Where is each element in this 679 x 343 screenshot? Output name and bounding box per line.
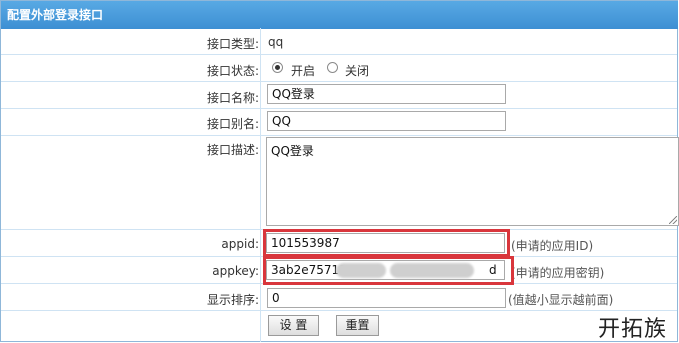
- appkey-label: appkey:: [212, 264, 259, 278]
- status-on-radio[interactable]: [272, 62, 283, 73]
- watermark-logo: 开拓族: [598, 317, 668, 342]
- row-type: 接口类型: qq: [1, 28, 677, 55]
- status-off-label[interactable]: 关闭: [345, 62, 369, 79]
- appid-label: appid:: [221, 237, 259, 251]
- order-label: 显示排序:: [206, 293, 259, 307]
- appid-hint: (申请的应用ID): [511, 239, 594, 253]
- desc-label: 接口描述:: [206, 143, 259, 157]
- row-alias: 接口别名: QQ: [1, 109, 677, 136]
- row-status: 接口状态: 开启 关闭: [1, 55, 677, 82]
- resize-handle-icon[interactable]: [669, 216, 677, 224]
- status-off-radio[interactable]: [327, 62, 338, 73]
- status-on-label[interactable]: 开启: [291, 62, 315, 79]
- name-input[interactable]: QQ登录: [267, 84, 506, 104]
- type-value: qq: [268, 35, 284, 49]
- order-input[interactable]: 0: [267, 288, 506, 308]
- appkey-hint: (申请的应用密钥): [511, 266, 605, 280]
- alias-label: 接口别名:: [206, 117, 259, 131]
- reset-button[interactable]: 重置: [336, 315, 379, 336]
- row-order: 显示排序: 0 (值越小显示越前面): [1, 284, 677, 311]
- desc-value: QQ登录: [271, 144, 314, 158]
- desc-textarea[interactable]: QQ登录: [266, 137, 679, 226]
- save-button[interactable]: 设 置: [268, 315, 319, 336]
- appkey-highlight-box: [263, 256, 514, 285]
- name-label: 接口名称:: [206, 91, 259, 105]
- row-name: 接口名称: QQ登录: [1, 82, 677, 109]
- panel-title: 配置外部登录接口: [1, 1, 678, 29]
- order-hint: (值越小显示越前面): [508, 293, 614, 307]
- type-label: 接口类型:: [206, 37, 259, 51]
- alias-input[interactable]: QQ: [267, 111, 506, 131]
- status-label: 接口状态:: [206, 64, 259, 78]
- appid-highlight-box: [263, 229, 510, 257]
